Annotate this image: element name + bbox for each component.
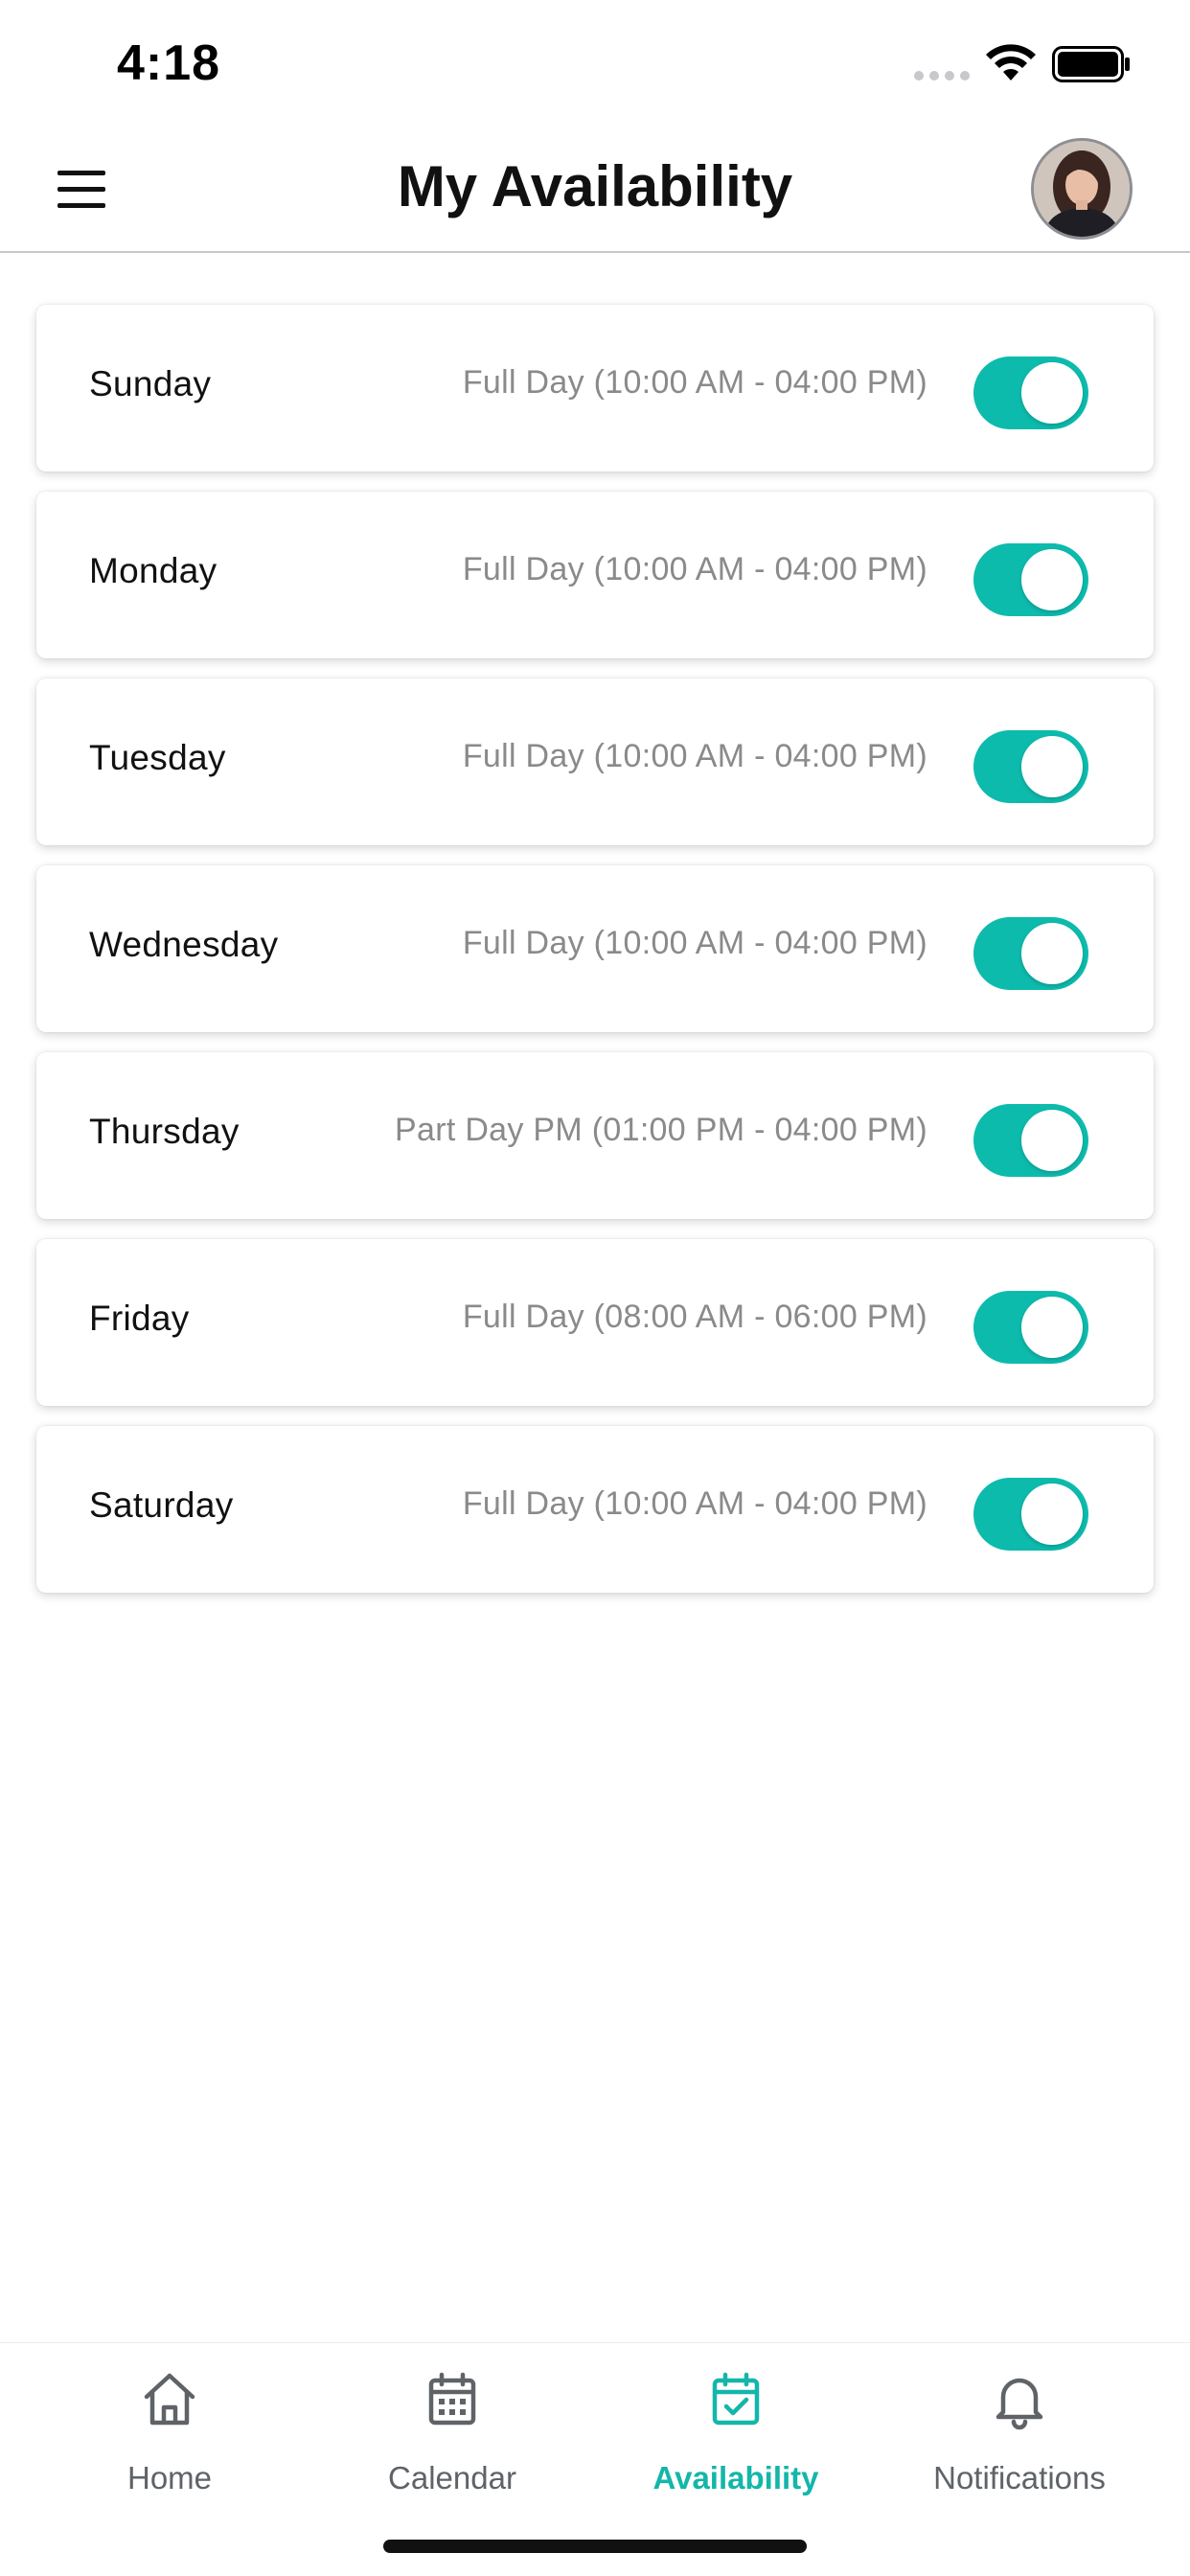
day-hours: Full Day (10:00 AM - 04:00 PM) <box>462 925 927 961</box>
toggle-knob <box>1021 362 1083 424</box>
app-header: My Availability <box>0 126 1190 253</box>
day-name: Monday <box>89 551 217 590</box>
availability-toggle[interactable] <box>973 1104 1088 1177</box>
day-card-friday[interactable]: Friday Full Day (08:00 AM - 06:00 PM) <box>36 1239 1154 1406</box>
day-name: Sunday <box>89 364 212 403</box>
availability-toggle[interactable] <box>973 1478 1088 1551</box>
nav-label: Calendar <box>388 2460 516 2496</box>
day-card-saturday[interactable]: Saturday Full Day (10:00 AM - 04:00 PM) <box>36 1426 1154 1593</box>
nav-notifications[interactable]: Notifications <box>876 2368 1163 2531</box>
day-card-wednesday[interactable]: Wednesday Full Day (10:00 AM - 04:00 PM) <box>36 865 1154 1032</box>
day-card-monday[interactable]: Monday Full Day (10:00 AM - 04:00 PM) <box>36 492 1154 658</box>
battery-icon <box>1052 46 1130 82</box>
home-icon <box>144 2373 195 2426</box>
day-hours: Full Day (10:00 AM - 04:00 PM) <box>462 551 927 587</box>
day-name: Wednesday <box>89 925 279 964</box>
nav-label: Availability <box>652 2460 819 2496</box>
day-name: Thursday <box>89 1112 240 1151</box>
toggle-knob <box>1021 1297 1083 1358</box>
calendar-check-icon <box>712 2372 760 2426</box>
wifi-icon <box>986 44 1036 80</box>
day-card-thursday[interactable]: Thursday Part Day PM (01:00 PM - 04:00 P… <box>36 1052 1154 1219</box>
availability-toggle[interactable] <box>973 543 1088 616</box>
availability-toggle[interactable] <box>973 917 1088 990</box>
toggle-knob <box>1021 1484 1083 1545</box>
nav-calendar[interactable]: Calendar <box>309 2368 596 2531</box>
home-indicator <box>383 2540 807 2553</box>
availability-list: Sunday Full Day (10:00 AM - 04:00 PM) Mo… <box>36 305 1154 1613</box>
toggle-knob <box>1021 1110 1083 1171</box>
nav-home[interactable]: Home <box>26 2368 313 2531</box>
calendar-icon <box>428 2372 476 2426</box>
nav-availability[interactable]: Availability <box>592 2368 880 2531</box>
cellular-signal-icon <box>914 71 970 80</box>
day-name: Saturday <box>89 1485 234 1525</box>
day-name: Tuesday <box>89 738 226 777</box>
day-hours: Full Day (10:00 AM - 04:00 PM) <box>462 1485 927 1522</box>
page-title: My Availability <box>397 154 793 218</box>
nav-label: Notifications <box>933 2460 1106 2496</box>
day-hours: Part Day PM (01:00 PM - 04:00 PM) <box>395 1112 927 1148</box>
user-avatar[interactable] <box>1031 138 1133 240</box>
availability-toggle[interactable] <box>973 356 1088 429</box>
toggle-knob <box>1021 549 1083 610</box>
day-hours: Full Day (08:00 AM - 06:00 PM) <box>462 1299 927 1335</box>
day-hours: Full Day (10:00 AM - 04:00 PM) <box>462 738 927 774</box>
availability-toggle[interactable] <box>973 1291 1088 1364</box>
day-name: Friday <box>89 1299 190 1338</box>
toggle-knob <box>1021 736 1083 797</box>
screen: 4:18 My Availability Sunday Full Day (10… <box>0 0 1190 2576</box>
day-card-sunday[interactable]: Sunday Full Day (10:00 AM - 04:00 PM) <box>36 305 1154 472</box>
bell-icon <box>995 2378 1043 2430</box>
day-hours: Full Day (10:00 AM - 04:00 PM) <box>462 364 927 401</box>
toggle-knob <box>1021 923 1083 984</box>
status-time: 4:18 <box>117 35 221 91</box>
nav-label: Home <box>126 2460 213 2496</box>
availability-toggle[interactable] <box>973 730 1088 803</box>
day-card-tuesday[interactable]: Tuesday Full Day (10:00 AM - 04:00 PM) <box>36 678 1154 845</box>
status-bar: 4:18 <box>0 0 1190 126</box>
avatar-photo <box>1034 141 1130 237</box>
